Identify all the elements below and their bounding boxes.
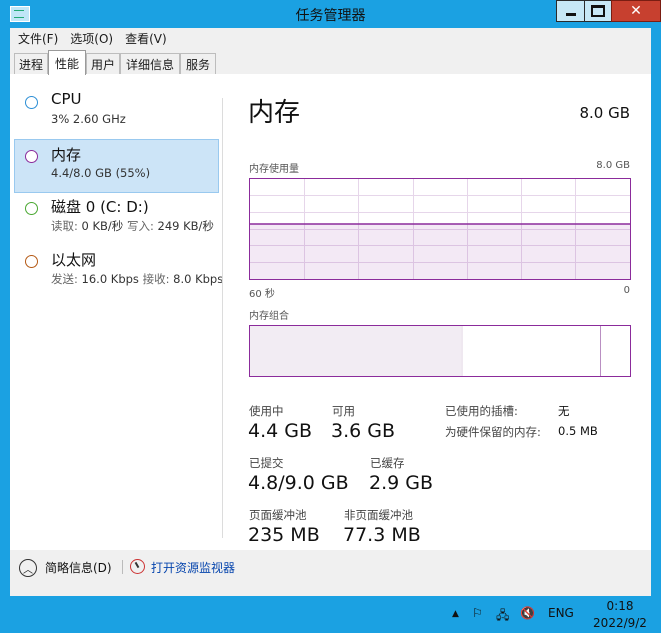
disk-write-label: 写入:	[126, 219, 154, 233]
usage-graph-label: 内存使用量	[249, 164, 299, 175]
memory-usage-graph	[249, 178, 631, 280]
composition-label: 内存组合	[249, 311, 289, 322]
committed-value: 4.8/9.0 GB	[248, 472, 349, 494]
nonpaged-pool-label: 非页面缓冲池	[344, 508, 413, 522]
in-use-label: 使用中	[249, 404, 284, 418]
flag-icon[interactable]: ⚐	[472, 606, 483, 620]
footer-divider	[122, 560, 123, 574]
sidebar-item-title: CPU	[51, 90, 82, 108]
sidebar-item-memory[interactable]: 内存 4.4/8.0 GB (55%)	[14, 139, 219, 193]
ethernet-indicator-icon	[25, 255, 38, 268]
graph-time-right: 0	[623, 285, 630, 296]
disk-indicator-icon	[25, 202, 38, 215]
reserved-value: 0.5 MB	[558, 424, 598, 438]
memory-total: 8.0 GB	[579, 104, 630, 122]
open-resource-monitor-link[interactable]: 打开资源监视器	[151, 559, 235, 576]
disk-write-value: 249 KB/秒	[157, 219, 214, 233]
disk-read-label: 读取:	[51, 219, 78, 233]
available-label: 可用	[332, 404, 355, 418]
menu-view[interactable]: 查看(V)	[117, 30, 171, 47]
volume-muted-icon[interactable]: 🔇	[520, 606, 535, 620]
disk-read-value: 0 KB/秒	[81, 219, 124, 233]
language-indicator[interactable]: ENG	[548, 606, 574, 620]
send-value: 16.0 Kbps	[81, 272, 139, 286]
receive-value: 8.0 Kbps	[173, 272, 224, 286]
menu-options[interactable]: 选项(O)	[62, 30, 117, 47]
tray-expand-icon[interactable]: ▲	[452, 609, 459, 619]
paged-pool-value: 235 MB	[248, 524, 320, 546]
clock[interactable]: 0:18 2022/9/2	[590, 598, 650, 632]
send-label: 发送:	[51, 272, 78, 286]
graph-time-left: 60 秒	[249, 289, 275, 300]
cached-label: 已缓存	[370, 456, 405, 470]
footer-bar: ︿ 简略信息(D) 打开资源监视器	[10, 550, 651, 596]
taskbar: ▲ ⚐ 🖧 🔇 ENG 0:18 2022/9/2	[0, 596, 661, 633]
fewer-details-button[interactable]: 简略信息(D)	[45, 559, 112, 576]
memory-indicator-icon	[25, 150, 38, 163]
reserved-label: 为硬件保留的内存:	[445, 425, 541, 439]
sidebar-item-subtitle: 发送: 16.0 Kbps 接收: 8.0 Kbps	[51, 271, 223, 287]
composition-in-use	[250, 326, 462, 376]
minimize-button[interactable]	[556, 0, 585, 22]
menu-bar: 文件(F) 选项(O) 查看(V)	[10, 28, 651, 48]
memory-heading: 内存	[248, 98, 301, 128]
performance-panel: CPU 3% 2.60 GHz 内存 4.4/8.0 GB (55%) 磁盘 0…	[10, 74, 651, 550]
slots-value: 无	[558, 404, 570, 418]
usage-graph-max: 8.0 GB	[596, 160, 630, 171]
maximize-icon	[591, 5, 605, 17]
receive-label: 接收:	[142, 272, 170, 286]
tab-processes[interactable]: 进程	[14, 53, 48, 74]
tab-details[interactable]: 详细信息	[120, 53, 180, 74]
sidebar-item-title: 以太网	[51, 251, 97, 269]
sidebar-item-title: 磁盘 0 (C: D:)	[51, 198, 149, 216]
composition-standby-divider	[600, 326, 601, 376]
minimize-icon	[566, 12, 576, 16]
sidebar-item-disk[interactable]: 磁盘 0 (C: D:) 读取: 0 KB/秒 写入: 249 KB/秒	[15, 192, 218, 244]
panel-divider	[222, 98, 223, 538]
in-use-value: 4.4 GB	[248, 420, 313, 442]
cpu-indicator-icon	[25, 96, 38, 109]
committed-label: 已提交	[249, 456, 284, 470]
sidebar-item-subtitle: 3% 2.60 GHz	[51, 112, 126, 126]
sidebar-item-title: 内存	[51, 146, 82, 164]
maximize-button[interactable]	[584, 0, 612, 22]
close-button[interactable]: ✕	[611, 0, 661, 22]
tab-users[interactable]: 用户	[86, 53, 120, 74]
chevron-up-icon[interactable]: ︿	[19, 559, 37, 577]
clock-time: 0:18	[606, 599, 634, 613]
close-icon: ✕	[630, 3, 642, 19]
resource-monitor-icon	[130, 559, 145, 574]
tab-bar: 进程 性能 用户 详细信息 服务	[10, 50, 651, 75]
title-bar: 任务管理器 ✕	[0, 0, 661, 28]
network-icon[interactable]: 🖧	[496, 606, 509, 627]
composition-modified	[461, 326, 463, 376]
sidebar-item-subtitle: 读取: 0 KB/秒 写入: 249 KB/秒	[51, 218, 214, 234]
tab-services[interactable]: 服务	[180, 53, 216, 74]
sidebar-item-subtitle: 4.4/8.0 GB (55%)	[51, 166, 151, 180]
memory-composition-bar	[249, 325, 631, 377]
sidebar-item-ethernet[interactable]: 以太网 发送: 16.0 Kbps 接收: 8.0 Kbps	[15, 245, 223, 297]
memory-usage-svg	[250, 179, 630, 279]
sidebar-item-cpu[interactable]: CPU 3% 2.60 GHz	[15, 86, 218, 138]
available-value: 3.6 GB	[331, 420, 396, 442]
menu-file[interactable]: 文件(F)	[10, 30, 62, 47]
slots-label: 已使用的插槽:	[445, 404, 518, 418]
paged-pool-label: 页面缓冲池	[249, 508, 307, 522]
nonpaged-pool-value: 77.3 MB	[343, 524, 421, 546]
task-manager-window: 文件(F) 选项(O) 查看(V) 进程 性能 用户 详细信息 服务 CPU 3…	[10, 28, 651, 596]
tab-performance[interactable]: 性能	[48, 50, 86, 75]
clock-date: 2022/9/2	[593, 616, 647, 630]
usage-fill-area	[250, 224, 630, 279]
cached-value: 2.9 GB	[369, 472, 434, 494]
